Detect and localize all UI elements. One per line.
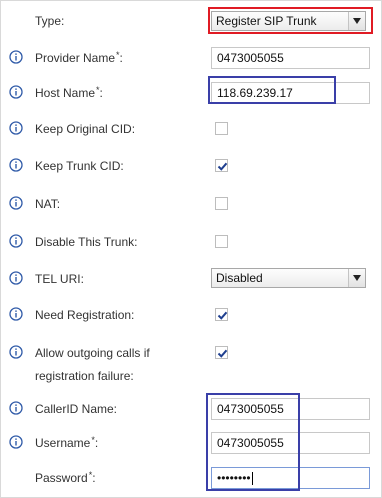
highlight-box-red bbox=[208, 7, 373, 34]
info-icon[interactable] bbox=[9, 435, 23, 449]
tel-uri-label: TEL URI: bbox=[35, 272, 84, 286]
keep-original-cid-label: Keep Original CID: bbox=[35, 122, 136, 136]
username-label: Username*: bbox=[35, 435, 99, 450]
info-icon[interactable] bbox=[9, 345, 23, 359]
row-username: Username*: 0473005055 bbox=[0, 432, 380, 454]
nat-checkbox[interactable] bbox=[215, 197, 228, 210]
provider-name-input[interactable]: 0473005055 bbox=[211, 47, 370, 69]
row-keep-trunk-cid: Keep Trunk CID: bbox=[0, 155, 380, 175]
host-name-label: Host Name*: bbox=[35, 85, 103, 100]
checkmark-icon bbox=[217, 349, 228, 358]
allow-outgoing-checkbox[interactable] bbox=[215, 346, 228, 359]
info-icon[interactable] bbox=[9, 401, 23, 415]
provider-name-label: Provider Name*: bbox=[35, 50, 123, 65]
info-icon[interactable] bbox=[9, 196, 23, 210]
dropdown-arrow-icon[interactable] bbox=[348, 269, 365, 287]
info-icon[interactable] bbox=[9, 50, 23, 64]
disable-trunk-label: Disable This Trunk: bbox=[35, 235, 138, 249]
nat-label: NAT: bbox=[35, 197, 61, 211]
keep-trunk-cid-label: Keep Trunk CID: bbox=[35, 159, 124, 173]
tel-uri-select-value: Disabled bbox=[216, 271, 263, 285]
callerid-name-label: CallerID Name: bbox=[35, 402, 118, 416]
need-registration-label: Need Registration: bbox=[35, 308, 135, 322]
row-allow-outgoing: Allow outgoing calls if registration fai… bbox=[0, 342, 380, 383]
tel-uri-select[interactable]: Disabled bbox=[211, 268, 366, 288]
keep-original-cid-checkbox[interactable] bbox=[215, 122, 228, 135]
info-icon[interactable] bbox=[9, 158, 23, 172]
row-password: Password*: •••••••• bbox=[0, 467, 380, 489]
highlight-box-host-name bbox=[208, 76, 336, 104]
keep-trunk-cid-checkbox[interactable] bbox=[215, 159, 228, 172]
row-tel-uri: TEL URI: Disabled bbox=[0, 268, 380, 288]
row-keep-original-cid: Keep Original CID: bbox=[0, 118, 380, 138]
need-registration-checkbox[interactable] bbox=[215, 308, 228, 321]
password-label: Password*: bbox=[35, 470, 96, 485]
info-icon[interactable] bbox=[9, 307, 23, 321]
checkmark-icon bbox=[217, 162, 228, 171]
info-icon[interactable] bbox=[9, 271, 23, 285]
row-need-registration: Need Registration: bbox=[0, 304, 380, 324]
info-icon[interactable] bbox=[9, 85, 23, 99]
highlight-box-credentials bbox=[206, 393, 300, 491]
disable-trunk-checkbox[interactable] bbox=[215, 235, 228, 248]
type-label: Type: bbox=[35, 14, 65, 28]
row-callerid-name: CallerID Name: 0473005055 bbox=[0, 398, 380, 420]
row-nat: NAT: bbox=[0, 193, 380, 213]
row-disable-trunk: Disable This Trunk: bbox=[0, 231, 380, 251]
row-provider-name: Provider Name*: 0473005055 bbox=[0, 47, 380, 69]
info-icon[interactable] bbox=[9, 121, 23, 135]
allow-outgoing-label-line2: registration failure: bbox=[35, 369, 134, 383]
checkmark-icon bbox=[217, 311, 228, 320]
info-icon[interactable] bbox=[9, 234, 23, 248]
allow-outgoing-label-line1: Allow outgoing calls if bbox=[35, 346, 150, 360]
